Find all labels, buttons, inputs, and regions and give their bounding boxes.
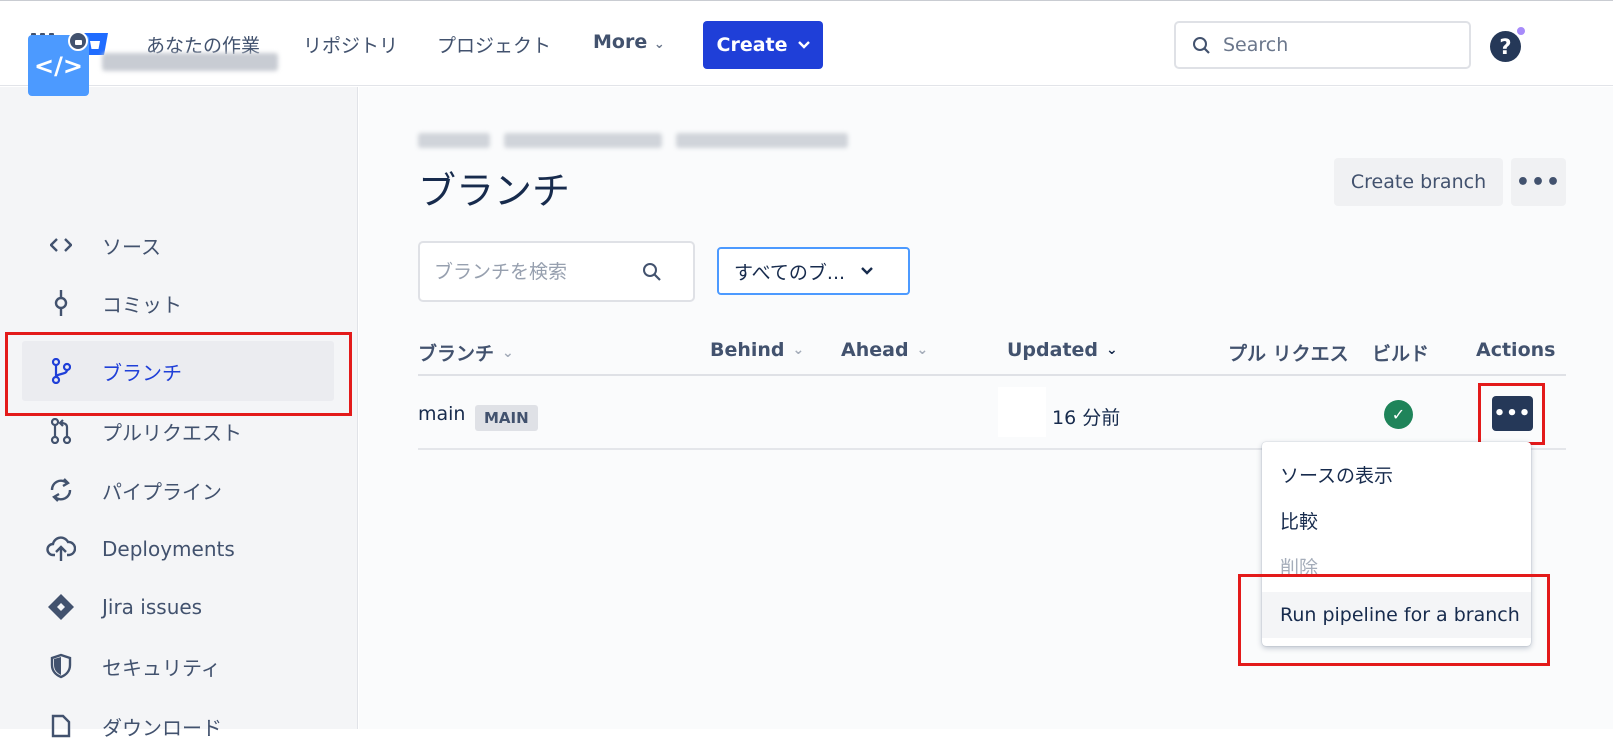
sidebar-item-downloads[interactable]: ダウンロード: [22, 696, 334, 756]
top-navigation-bar: あなたの作業 リポジトリ プロジェクト More ⌄ Create ?: [0, 0, 1613, 86]
pull-request-icon: [50, 418, 72, 444]
breadcrumb-item-redacted[interactable]: [676, 133, 848, 148]
sidebar-item-label: ダウンロード: [102, 715, 222, 740]
sidebar-item-deployments[interactable]: Deployments: [22, 519, 334, 579]
column-header-build: ビルド: [1372, 343, 1430, 365]
chevron-down-icon: ⌄: [653, 37, 665, 52]
branch-search-field[interactable]: [418, 241, 695, 302]
shield-icon: [50, 653, 72, 679]
avatar[interactable]: [1546, 17, 1586, 73]
pipeline-icon: [50, 478, 72, 502]
sidebar-item-label: Jira issues: [102, 595, 203, 619]
sidebar-item-label: Deployments: [102, 537, 235, 561]
highlight-box-actions: [1478, 383, 1545, 445]
sidebar-item-label: セキュリティ: [102, 655, 221, 680]
sidebar-item-source[interactable]: ソース: [22, 215, 334, 275]
repository-name-redacted: [102, 53, 278, 71]
lock-icon: [68, 31, 88, 51]
search-icon: [643, 262, 661, 281]
code-icon: [50, 238, 72, 252]
create-button[interactable]: Create: [703, 21, 823, 69]
branch-search-input[interactable]: [432, 259, 642, 284]
column-header-updated[interactable]: Updated ⌄: [1007, 339, 1118, 361]
updated-time: 16 分前: [1052, 407, 1121, 429]
column-header-pull-requests: プル リクエス: [1228, 343, 1349, 365]
cloud-upload-icon: [46, 536, 76, 561]
breadcrumb-item-redacted[interactable]: [418, 133, 490, 148]
highlight-box-run-pipeline: [1238, 574, 1550, 666]
notification-dot: [1515, 25, 1527, 37]
chevron-down-icon: [861, 267, 873, 275]
column-header-label: Updated: [1007, 339, 1099, 361]
chevron-down-icon: ⌄: [792, 342, 805, 358]
global-search[interactable]: [1174, 21, 1471, 69]
sidebar-item-label: ソース: [102, 234, 161, 259]
breadcrumb-item-redacted[interactable]: [504, 133, 662, 148]
nav-repositories[interactable]: リポジトリ: [303, 31, 398, 58]
chevron-down-icon: ⌄: [502, 344, 514, 361]
main-branch-badge: MAIN: [475, 405, 538, 431]
nav-more[interactable]: More ⌄: [593, 31, 665, 53]
jira-icon: [48, 594, 74, 620]
page-title: ブランチ: [418, 169, 571, 213]
column-header-behind[interactable]: Behind ⌄: [710, 339, 804, 361]
nav-projects[interactable]: プロジェクト: [437, 31, 551, 58]
chevron-down-icon: ⌄: [916, 342, 929, 358]
sidebar-item-label: コミット: [102, 292, 182, 317]
sidebar-item-label: パイプライン: [102, 479, 222, 504]
build-success-icon[interactable]: ✓: [1384, 400, 1413, 429]
menu-item-view-source[interactable]: ソースの表示: [1262, 451, 1531, 497]
branch-filter-select[interactable]: すべてのブ...: [717, 247, 910, 295]
branch-filter-value: すべてのブ...: [734, 261, 846, 284]
breadcrumb: [418, 130, 888, 150]
nav-more-label: More: [593, 31, 648, 53]
more-options-button[interactable]: •••: [1511, 158, 1566, 206]
sidebar-item-jira-issues[interactable]: Jira issues: [22, 577, 334, 637]
column-header-actions: Actions: [1476, 339, 1556, 361]
menu-item-compare[interactable]: 比較: [1262, 497, 1531, 543]
branch-name-link[interactable]: main: [418, 403, 465, 425]
column-header-ahead[interactable]: Ahead ⌄: [841, 339, 928, 361]
column-header-label: Ahead: [841, 339, 909, 361]
commit-icon: [54, 290, 68, 316]
create-branch-button[interactable]: Create branch: [1334, 158, 1503, 206]
chevron-down-icon: ⌄: [1106, 342, 1118, 358]
sidebar-item-label: プルリクエスト: [102, 420, 242, 445]
column-header-label: Behind: [710, 339, 785, 361]
highlight-box-branches: [5, 332, 352, 416]
download-icon: [51, 714, 71, 738]
avatar: [998, 387, 1046, 437]
column-header-branch[interactable]: ブランチ ⌄: [418, 339, 514, 366]
sidebar-item-pipelines[interactable]: パイプライン: [22, 460, 334, 520]
sidebar-item-security[interactable]: セキュリティ: [22, 636, 334, 696]
sidebar-item-commits[interactable]: コミット: [22, 273, 334, 333]
chevron-down-icon: [797, 41, 810, 49]
create-button-label: Create: [716, 34, 788, 56]
column-header-label: ブランチ: [418, 343, 495, 365]
search-input[interactable]: [1221, 33, 1441, 57]
search-icon: [1193, 36, 1210, 54]
